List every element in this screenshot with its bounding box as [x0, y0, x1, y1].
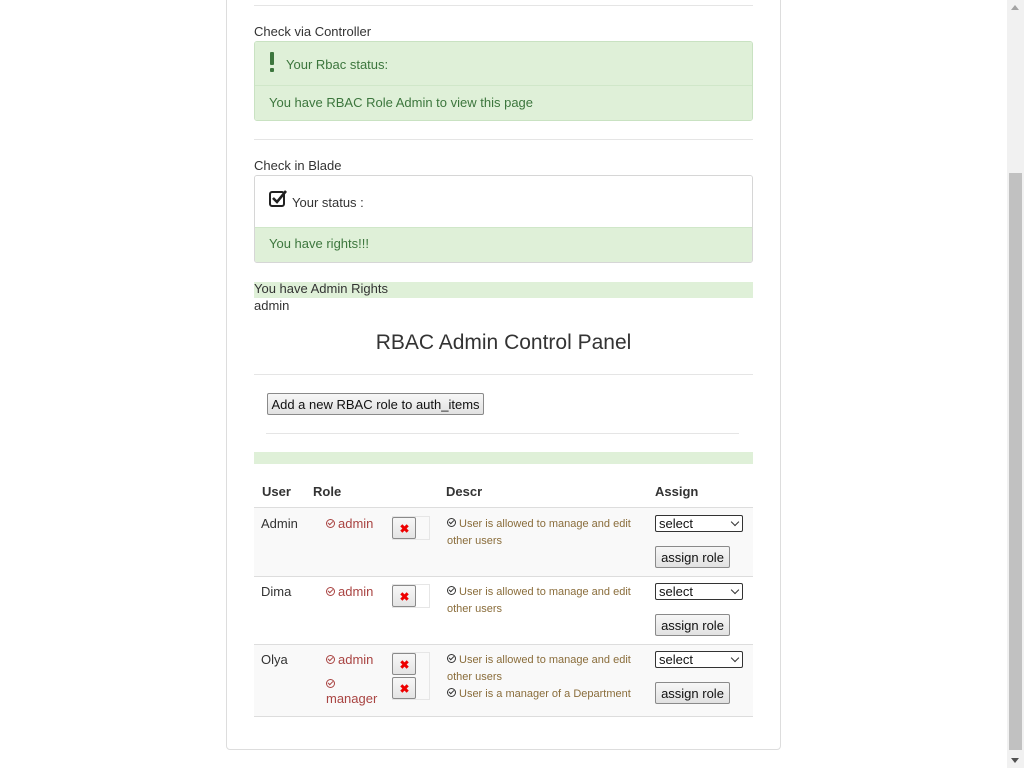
role-description: User is allowed to manage and edit other… — [447, 654, 631, 683]
check-circle-icon — [326, 679, 335, 688]
header-user: User — [262, 484, 291, 499]
delete-role-button[interactable] — [392, 585, 416, 607]
checked-checkbox-icon — [269, 190, 287, 207]
blade-check-label: Check in Blade — [254, 158, 342, 173]
check-circle-icon — [326, 655, 335, 664]
role-select[interactable]: select — [655, 651, 743, 668]
divider — [254, 139, 753, 140]
check-circle-icon — [447, 688, 456, 697]
exclamation-icon — [269, 52, 274, 74]
status-strip — [254, 452, 753, 464]
user-name: Dima — [261, 584, 292, 599]
check-circle-icon — [447, 518, 456, 527]
alert-body: You have RBAC Role Admin to view this pa… — [255, 85, 752, 120]
current-username: admin — [254, 298, 290, 313]
divider — [254, 5, 753, 6]
alert-header: Your Rbac status: — [255, 42, 752, 85]
header-assign: Assign — [655, 484, 699, 499]
controller-check-label: Check via Controller — [254, 24, 372, 39]
status-message: You have rights!!! — [269, 236, 369, 251]
user-name: Admin — [261, 516, 298, 531]
blade-status-panel: Your status : You have rights!!! — [254, 175, 753, 263]
role-description: User is a manager of a Department — [447, 686, 637, 703]
status-header: Your status : — [255, 176, 752, 227]
check-circle-icon — [447, 654, 456, 663]
status-title: Your status : — [292, 195, 364, 210]
assign-role-button[interactable]: assign role — [655, 546, 730, 568]
delete-role-button[interactable] — [392, 653, 416, 675]
header-role: Role — [313, 484, 342, 499]
vertical-scrollbar[interactable] — [1007, 0, 1024, 768]
admin-rights-banner: You have Admin Rights — [254, 281, 753, 298]
role-admin[interactable]: admin — [326, 584, 373, 599]
divider — [266, 433, 739, 434]
role-select[interactable]: select — [655, 515, 743, 532]
check-circle-icon — [326, 587, 335, 596]
assign-role-button[interactable]: assign role — [655, 682, 730, 704]
role-manager[interactable]: manager — [326, 676, 386, 706]
table-bottom-border — [254, 716, 753, 717]
check-circle-icon — [447, 586, 456, 595]
scrollbar-thumb[interactable] — [1009, 173, 1022, 750]
admin-rights-text: You have Admin Rights — [254, 281, 388, 296]
header-descr: Descr — [446, 484, 483, 499]
page-title: RBAC Admin Control Panel — [375, 331, 632, 354]
chevron-down-icon — [730, 585, 740, 595]
role-admin[interactable]: admin — [326, 652, 373, 667]
assign-role-button[interactable]: assign role — [655, 614, 730, 636]
alert-message: You have RBAC Role Admin to view this pa… — [269, 95, 534, 110]
divider — [254, 374, 753, 375]
role-description: User is allowed to manage and edit other… — [447, 586, 631, 615]
scroll-down-arrow-icon[interactable] — [1011, 758, 1019, 763]
alert-title: Your Rbac status: — [286, 57, 389, 72]
scroll-up-arrow-icon[interactable] — [1011, 5, 1019, 10]
chevron-down-icon — [730, 517, 740, 527]
add-role-button[interactable]: Add a new RBAC role to auth_items — [267, 393, 484, 415]
delete-role-button[interactable] — [392, 677, 416, 699]
role-description: User is allowed to manage and edit other… — [447, 518, 631, 547]
role-admin[interactable]: admin — [326, 516, 373, 531]
check-circle-icon — [326, 519, 335, 528]
status-body: You have rights!!! — [255, 227, 752, 262]
role-select[interactable]: select — [655, 583, 743, 600]
user-name: Olya — [261, 652, 288, 667]
chevron-down-icon — [730, 653, 740, 663]
controller-status-alert: Your Rbac status: You have RBAC Role Adm… — [254, 41, 753, 121]
delete-role-button[interactable] — [392, 517, 416, 539]
